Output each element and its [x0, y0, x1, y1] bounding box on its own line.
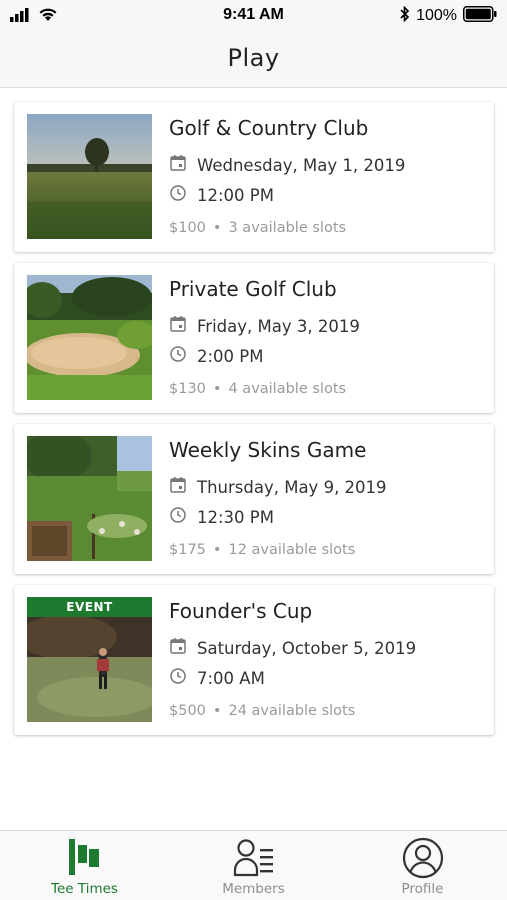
- clock-icon: [169, 345, 187, 367]
- separator-dot: •: [212, 703, 222, 719]
- price-slots: $500 • 24 available slots: [169, 703, 355, 719]
- time-row: 12:30 PM: [169, 506, 274, 528]
- clock-icon: [169, 506, 187, 528]
- profile-icon: [338, 837, 507, 879]
- price: $100: [169, 220, 206, 236]
- date-row: Wednesday, May 1, 2019: [169, 154, 405, 176]
- clock-icon: [169, 667, 187, 689]
- battery-icon: [463, 6, 497, 26]
- course-photo: [27, 436, 152, 561]
- tab-tee-times[interactable]: Tee Times: [0, 831, 169, 900]
- bluetooth-icon: [400, 5, 410, 26]
- price: $130: [169, 381, 206, 397]
- tee-date: Saturday, October 5, 2019: [197, 638, 417, 658]
- price-slots: $100 • 3 available slots: [169, 220, 346, 236]
- price-slots: $175 • 12 available slots: [169, 542, 355, 558]
- price-slots: $130 • 4 available slots: [169, 381, 346, 397]
- tee-time: 7:00 AM: [197, 668, 265, 688]
- tee-time: 2:00 PM: [197, 346, 264, 366]
- course-name: Private Golf Club: [169, 277, 337, 301]
- flag-icon: [0, 837, 169, 877]
- clock-icon: [169, 184, 187, 206]
- battery-percent: 100%: [416, 7, 457, 24]
- tab-label: Tee Times: [51, 881, 118, 897]
- status-bar: 9:41 AM 100%: [0, 0, 507, 30]
- available-slots: 12 available slots: [228, 542, 356, 558]
- page-title: Play: [227, 44, 280, 72]
- price: $175: [169, 542, 206, 558]
- event-badge: EVENT: [27, 597, 152, 617]
- tee-time-list: Golf & Country Club Wednesday, May 1, 20…: [14, 102, 494, 746]
- tee-time-card[interactable]: Weekly Skins Game Thursday, May 9, 2019 …: [14, 424, 494, 574]
- course-name: Founder's Cup: [169, 599, 313, 623]
- tee-time-card[interactable]: Private Golf Club Friday, May 3, 2019 2:…: [14, 263, 494, 413]
- tee-date: Friday, May 3, 2019: [197, 316, 360, 336]
- tee-time: 12:00 PM: [197, 185, 274, 205]
- members-icon: [169, 837, 338, 877]
- available-slots: 24 available slots: [228, 703, 356, 719]
- tab-members[interactable]: Members: [169, 831, 338, 900]
- tee-date: Thursday, May 9, 2019: [197, 477, 387, 497]
- tab-bar: Tee Times Members Profile: [0, 830, 507, 900]
- separator-dot: •: [212, 220, 222, 236]
- available-slots: 4 available slots: [228, 381, 347, 397]
- tee-time-card[interactable]: EVENT Founder's Cup Saturday, October 5,…: [14, 585, 494, 735]
- separator-dot: •: [212, 381, 222, 397]
- date-row: Saturday, October 5, 2019: [169, 637, 416, 659]
- price: $500: [169, 703, 206, 719]
- nav-bar: Play: [0, 30, 507, 88]
- course-name: Weekly Skins Game: [169, 438, 367, 462]
- status-right: 100%: [400, 5, 497, 26]
- calendar-icon: [169, 154, 187, 176]
- course-photo: [27, 275, 152, 400]
- date-row: Friday, May 3, 2019: [169, 315, 360, 337]
- available-slots: 3 available slots: [228, 220, 347, 236]
- separator-dot: •: [212, 542, 222, 558]
- calendar-icon: [169, 637, 187, 659]
- tab-profile[interactable]: Profile: [338, 831, 507, 900]
- calendar-icon: [169, 476, 187, 498]
- course-name: Golf & Country Club: [169, 116, 369, 140]
- date-row: Thursday, May 9, 2019: [169, 476, 387, 498]
- time-row: 12:00 PM: [169, 184, 274, 206]
- tab-label: Members: [222, 881, 285, 897]
- tee-time-card[interactable]: Golf & Country Club Wednesday, May 1, 20…: [14, 102, 494, 252]
- calendar-icon: [169, 315, 187, 337]
- tab-label: Profile: [401, 881, 444, 897]
- tee-date: Wednesday, May 1, 2019: [197, 155, 406, 175]
- tee-time: 12:30 PM: [197, 507, 274, 527]
- course-photo: [27, 114, 152, 239]
- time-row: 7:00 AM: [169, 667, 265, 689]
- time-row: 2:00 PM: [169, 345, 263, 367]
- course-photo: EVENT: [27, 597, 152, 722]
